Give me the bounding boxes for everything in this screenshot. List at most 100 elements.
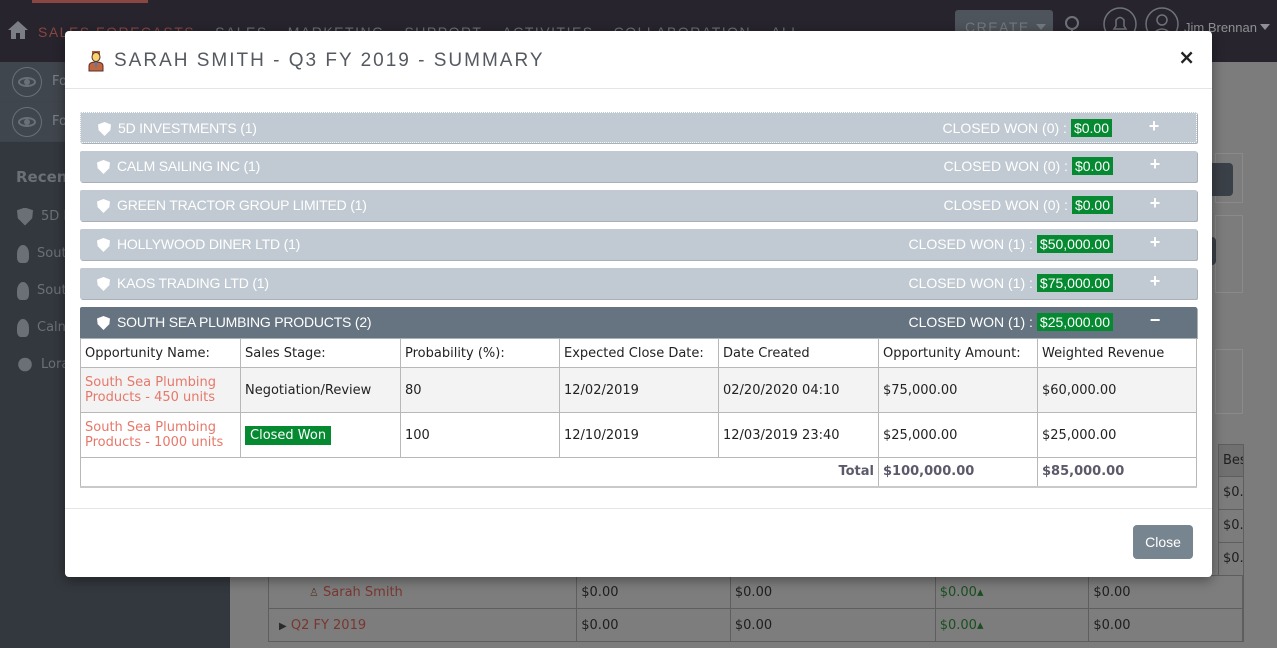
cell: $0.00 bbox=[576, 608, 731, 642]
cell: ♙ Sarah Smith bbox=[267, 575, 578, 609]
close-icon[interactable]: × bbox=[1178, 45, 1195, 69]
recent-item-label: Caln bbox=[37, 320, 66, 335]
bulb-icon bbox=[17, 318, 29, 337]
account-group-header-expanded[interactable]: SOUTH SEA PLUMBING PRODUCTS (2) CLOSED W… bbox=[80, 307, 1197, 338]
closed-won-badge: Closed Won bbox=[245, 425, 332, 445]
shield-icon bbox=[98, 122, 111, 136]
closed-won-summary: CLOSED WON (1) : $50,000.00 bbox=[908, 235, 1113, 253]
close-button[interactable]: Close bbox=[1133, 525, 1193, 559]
table-row: South Sea Plumbing Products - 1000 units… bbox=[80, 412, 1197, 458]
table-row: ♙ Sarah Smith $0.00 $0.00 $0.00▴ $0.00 bbox=[267, 575, 1243, 609]
collapse-icon[interactable]: − bbox=[1149, 310, 1161, 331]
cell: $0.00▴ bbox=[934, 608, 1090, 642]
shield-icon bbox=[97, 238, 110, 252]
account-name: 5D INVESTMENTS (1) bbox=[118, 120, 257, 136]
triangle-up-icon: ▴ bbox=[976, 584, 984, 600]
summary-label: CLOSED WON (1) : bbox=[908, 314, 1033, 330]
opportunity-link[interactable]: South Sea Plumbing Products - 450 units bbox=[85, 375, 216, 405]
expand-icon[interactable]: + bbox=[1149, 154, 1161, 175]
cell: Closed Won bbox=[240, 412, 401, 458]
account-group-header[interactable]: HOLLYWOOD DINER LTD (1) CLOSED WON (1) :… bbox=[80, 229, 1197, 260]
bulb-icon bbox=[17, 281, 29, 300]
total-amount: $100,000.00 bbox=[878, 457, 1038, 487]
cell: $0. bbox=[1218, 510, 1244, 543]
column-header: Bes bbox=[1218, 444, 1244, 477]
account-name: CALM SAILING INC (1) bbox=[117, 158, 261, 174]
triangle-up-icon: ▴ bbox=[976, 617, 984, 633]
total-row: Total $100,000.00 $85,000.00 bbox=[80, 457, 1197, 487]
closed-won-amount: $50,000.00 bbox=[1036, 235, 1113, 253]
shield-icon bbox=[97, 316, 110, 330]
closed-won-amount: $75,000.00 bbox=[1036, 274, 1113, 292]
date-created: 12/03/2019 23:40 bbox=[718, 412, 879, 458]
closed-won-amount: $0.00 bbox=[1070, 119, 1112, 137]
shield-icon bbox=[97, 199, 110, 213]
cell: $0.00 bbox=[729, 608, 936, 642]
table-header-row: Opportunity Name: Sales Stage: Probabili… bbox=[80, 338, 1197, 368]
closed-won-amount: $0.00 bbox=[1071, 157, 1113, 175]
account-group-header[interactable]: GREEN TRACTOR GROUP LIMITED (1) CLOSED W… bbox=[80, 190, 1197, 221]
salesperson-icon bbox=[88, 51, 104, 72]
summary-label: CLOSED WON (1) : bbox=[908, 275, 1033, 291]
account-name: GREEN TRACTOR GROUP LIMITED (1) bbox=[117, 197, 367, 213]
closed-won-summary: CLOSED WON (0) : $0.00 bbox=[943, 157, 1113, 175]
value: $0.00 bbox=[939, 617, 977, 633]
modal-header: SARAH SMITH - Q3 FY 2019 - SUMMARY × bbox=[65, 31, 1212, 89]
forecast-user-link[interactable]: Sarah Smith bbox=[323, 585, 403, 600]
cell: $0.00 bbox=[1088, 575, 1243, 609]
closed-won-summary: CLOSED WON (1) : $25,000.00 bbox=[908, 313, 1113, 331]
closed-won-summary: CLOSED WON (0) : $0.00 bbox=[943, 196, 1113, 214]
summary-label: CLOSED WON (0) : bbox=[943, 197, 1068, 213]
column-header: Date Created bbox=[718, 338, 879, 368]
caret-down-icon bbox=[1259, 24, 1270, 30]
home-icon[interactable] bbox=[7, 20, 29, 40]
cell: South Sea Plumbing Products - 450 units bbox=[80, 367, 241, 413]
summary-label: CLOSED WON (1) : bbox=[908, 236, 1033, 252]
close-date: 12/02/2019 bbox=[559, 367, 719, 413]
background-panel bbox=[1215, 349, 1243, 414]
close-date: 12/10/2019 bbox=[559, 412, 719, 458]
weighted-revenue: $25,000.00 bbox=[1037, 412, 1197, 458]
table-row: ▶ Q2 FY 2019 $0.00 $0.00 $0.00▴ $0.00 bbox=[267, 608, 1243, 642]
column-header: Opportunity Name: bbox=[80, 338, 241, 368]
cell: $0.00 bbox=[1088, 608, 1243, 642]
expand-icon[interactable]: + bbox=[1149, 271, 1161, 292]
total-label: Total bbox=[80, 457, 879, 487]
column-header: Expected Close Date: bbox=[559, 338, 719, 368]
account-name: HOLLYWOOD DINER LTD (1) bbox=[117, 236, 301, 252]
table-row: South Sea Plumbing Products - 450 units … bbox=[80, 367, 1197, 413]
background-panel bbox=[1215, 215, 1243, 293]
account-group-header[interactable]: KAOS TRADING LTD (1) CLOSED WON (1) : $75… bbox=[80, 268, 1197, 299]
column-header: Sales Stage: bbox=[240, 338, 401, 368]
expand-icon[interactable]: + bbox=[1149, 193, 1161, 214]
active-tab-indicator bbox=[32, 0, 148, 3]
cell: South Sea Plumbing Products - 1000 units bbox=[80, 412, 241, 458]
cell: $0.00 bbox=[576, 575, 731, 609]
bulb-icon bbox=[17, 244, 29, 263]
cell: $0.00 bbox=[729, 575, 936, 609]
expand-icon[interactable]: + bbox=[1149, 232, 1161, 253]
shield-icon bbox=[97, 277, 110, 291]
eye-icon bbox=[12, 106, 42, 137]
opportunity-link[interactable]: South Sea Plumbing Products - 1000 units bbox=[85, 420, 223, 450]
account-group-header[interactable]: 5D INVESTMENTS (1) CLOSED WON (0) : $0.00… bbox=[80, 112, 1197, 143]
opportunities-table: Opportunity Name: Sales Stage: Probabili… bbox=[80, 338, 1197, 488]
date-created: 02/20/2020 04:10 bbox=[718, 367, 879, 413]
cell: $0. bbox=[1218, 477, 1244, 510]
shield-icon bbox=[17, 207, 33, 226]
caret-down-icon bbox=[1035, 24, 1046, 30]
account-name: SOUTH SEA PLUMBING PRODUCTS (2) bbox=[117, 314, 372, 330]
recent-item-label: 5D I bbox=[41, 209, 68, 224]
account-group-header[interactable]: CALM SAILING INC (1) CLOSED WON (0) : $0.… bbox=[80, 151, 1197, 182]
eye-icon bbox=[12, 66, 42, 97]
closed-won-amount: $0.00 bbox=[1071, 196, 1113, 214]
expand-icon[interactable]: + bbox=[1148, 116, 1160, 137]
closed-won-amount: $25,000.00 bbox=[1036, 313, 1113, 331]
cell: $0.00▴ bbox=[934, 575, 1090, 609]
opportunity-amount: $75,000.00 bbox=[878, 367, 1038, 413]
summary-label: CLOSED WON (0) : bbox=[942, 120, 1067, 136]
expand-triangle-icon[interactable]: ▶ bbox=[279, 621, 287, 632]
period-link[interactable]: Q2 FY 2019 bbox=[291, 618, 366, 633]
person-icon: ♙ bbox=[309, 585, 319, 599]
person-icon bbox=[18, 357, 32, 372]
